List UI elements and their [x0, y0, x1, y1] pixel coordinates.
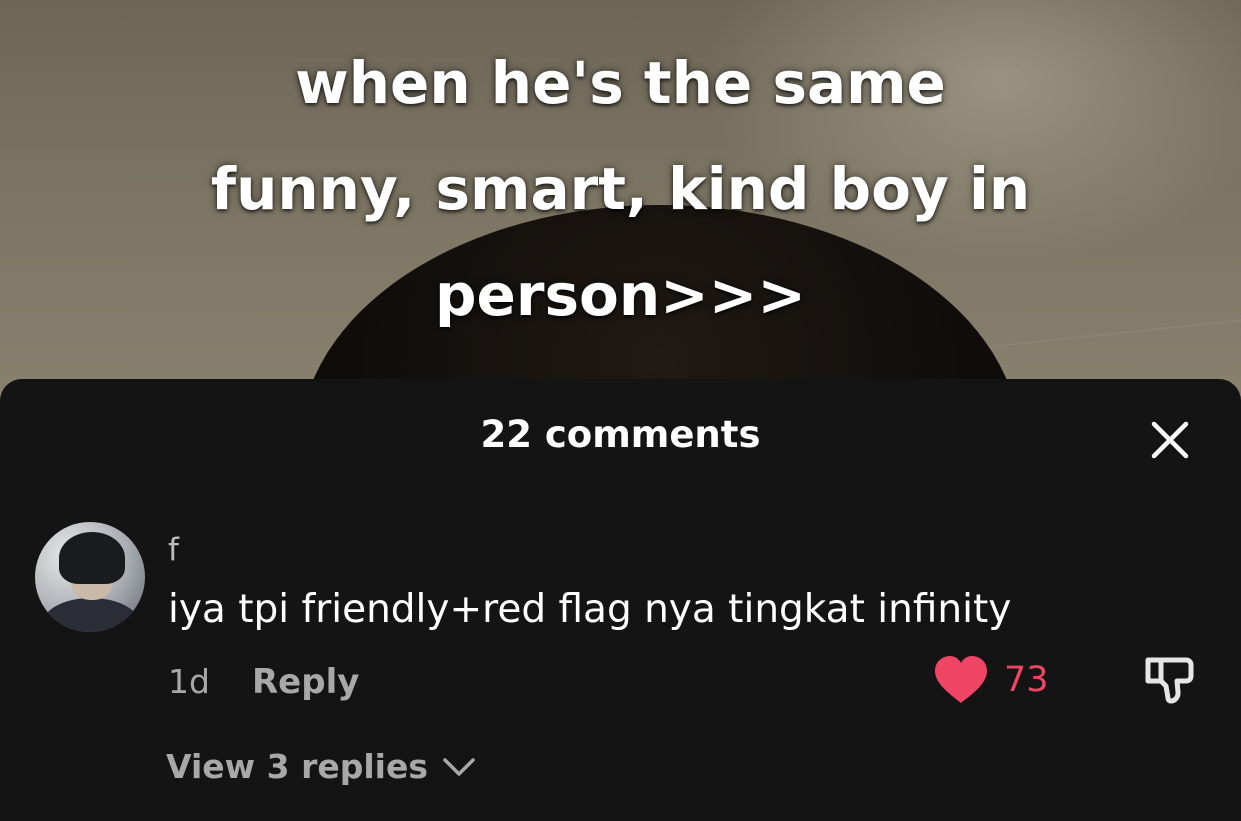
dislike-button[interactable]: [1140, 652, 1200, 708]
commenter-avatar[interactable]: [35, 522, 145, 632]
comment-timestamp: 1d: [168, 662, 210, 701]
tiktok-comments-screen: when he's the same funny, smart, kind bo…: [0, 0, 1241, 821]
thumbs-down-icon: [1145, 657, 1194, 704]
avatar-hair: [59, 532, 125, 584]
heart-icon: [935, 656, 987, 703]
video-caption-line: person>>>: [435, 261, 806, 329]
like-button[interactable]: 73: [932, 652, 1049, 708]
comment-text: iya tpi friendly+red flag nya tingkat in…: [168, 587, 1012, 632]
video-caption-line: funny, smart, kind boy in: [210, 155, 1031, 223]
reply-button[interactable]: Reply: [252, 660, 359, 704]
chevron-down-icon: [443, 758, 475, 776]
video-caption-line: when he's the same: [295, 49, 946, 117]
view-replies-label: View 3 replies: [166, 747, 429, 786]
close-icon: [1151, 421, 1189, 459]
comments-count-title: 22 comments: [480, 413, 761, 456]
avatar-shirt: [43, 598, 139, 632]
commenter-username[interactable]: f: [168, 530, 179, 570]
video-caption: when he's the same funny, smart, kind bo…: [0, 30, 1241, 348]
close-button[interactable]: [1142, 412, 1198, 468]
like-count: 73: [1004, 660, 1049, 700]
view-replies-button[interactable]: View 3 replies: [166, 744, 476, 790]
